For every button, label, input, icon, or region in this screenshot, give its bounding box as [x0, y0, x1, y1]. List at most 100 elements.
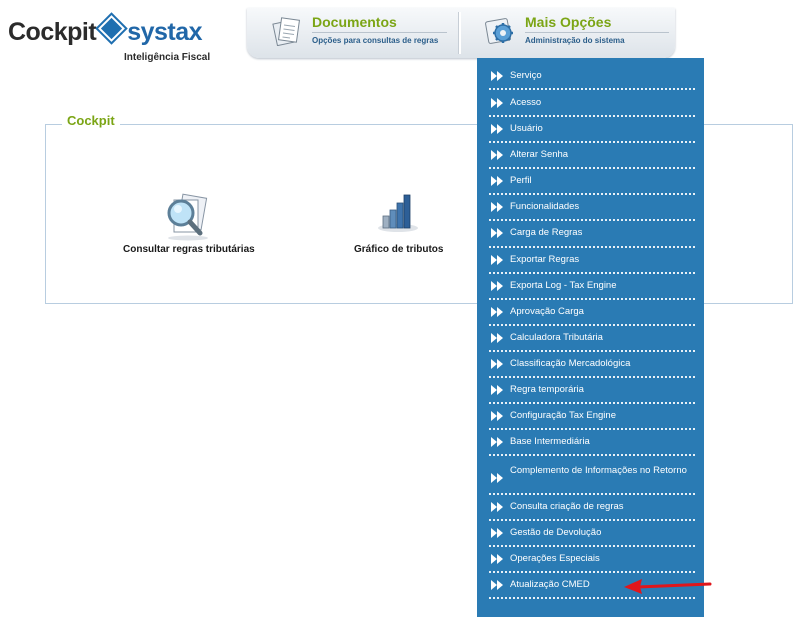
logo-cockpit-text: Cockpit: [8, 18, 97, 46]
logo-tagline: Inteligência Fiscal: [124, 52, 211, 63]
menu-item-operacoes-especiais[interactable]: Operações Especiais: [477, 551, 704, 577]
menu-item-calculadora-tributaria[interactable]: Calculadora Tributária: [477, 330, 704, 356]
menu-item-divider: [489, 428, 695, 430]
menu-item-classificacao-mercadologica[interactable]: Classificação Mercadológica: [477, 356, 704, 382]
menu-item-configuracao-tax-engine[interactable]: Configuração Tax Engine: [477, 408, 704, 434]
tab-mais-opcoes-title: Mais Opções: [525, 14, 612, 30]
menu-item-aprovacao-carga[interactable]: Aprovação Carga: [477, 304, 704, 330]
logo-brand-text: systax: [127, 18, 203, 46]
menu-item-label: Exportar Regras: [510, 254, 580, 265]
double-chevron-right-icon: [491, 202, 503, 212]
menu-item-consulta-criacao-de-regras[interactable]: Consulta criação de regras: [477, 499, 704, 525]
menu-item-label: Perfil: [510, 175, 532, 186]
menu-item-label: Alterar Senha: [510, 149, 569, 160]
menu-item-label: Exporta Log - Tax Engine: [510, 280, 617, 291]
magnifier-documents-icon[interactable]: [160, 192, 214, 242]
menu-item-regra-temporaria[interactable]: Regra temporária: [477, 382, 704, 408]
menu-item-complemento-de-informacoes-no-retorno[interactable]: Complemento de Informações no Retorno: [477, 460, 704, 499]
menu-item-divider: [489, 519, 695, 521]
menu-item-divider: [489, 571, 695, 573]
menu-item-servico[interactable]: Serviço: [477, 68, 704, 94]
menu-item-base-intermediaria[interactable]: Base Intermediária: [477, 434, 704, 460]
double-chevron-right-icon: [491, 98, 503, 108]
menu-item-divider: [489, 167, 695, 169]
double-chevron-right-icon: [491, 554, 503, 564]
menu-item-divider: [489, 493, 695, 495]
menu-item-funcionalidades[interactable]: Funcionalidades: [477, 199, 704, 225]
tab-mais-opcoes-underline: [525, 32, 669, 33]
menu-item-alterar-senha[interactable]: Alterar Senha: [477, 147, 704, 173]
menu-item-label: Atualização CMED: [510, 579, 590, 590]
tab-documentos-title: Documentos: [312, 14, 397, 30]
tab-documentos[interactable]: Documentos Opções para consultas de regr…: [247, 8, 457, 58]
logo-diamond-icon: [98, 15, 126, 42]
menu-item-label: Usuário: [510, 123, 543, 134]
shortcut-consultar-regras-label[interactable]: Consultar regras tributárias: [123, 244, 255, 255]
menu-item-divider: [489, 141, 695, 143]
menu-item-label: Operações Especiais: [510, 553, 600, 564]
menu-item-label: Calculadora Tributária: [510, 332, 603, 343]
menu-item-divider: [489, 88, 695, 90]
menu-item-label: Classificação Mercadológica: [510, 358, 631, 369]
menu-item-divider: [489, 298, 695, 300]
tab-mais-opcoes-subtitle: Administração do sistema: [525, 36, 625, 45]
double-chevron-right-icon: [491, 150, 503, 160]
double-chevron-right-icon: [491, 502, 503, 512]
menu-item-label: Acesso: [510, 97, 542, 108]
documents-icon: [272, 17, 301, 46]
menu-item-divider: [489, 246, 695, 248]
menu-item-divider: [489, 350, 695, 352]
double-chevron-right-icon: [491, 281, 503, 291]
bar-chart-icon[interactable]: [375, 190, 421, 234]
menu-item-label: Regra temporária: [510, 384, 584, 395]
tab-mais-opcoes[interactable]: Mais Opções Administração do sistema: [461, 8, 675, 58]
menu-item-divider: [489, 219, 695, 221]
tab-documentos-underline: [312, 32, 447, 33]
menu-item-exportar-regras[interactable]: Exportar Regras: [477, 252, 704, 278]
menu-item-divider: [489, 597, 695, 599]
logo[interactable]: Cockpit systax Inteligência Fiscal: [8, 15, 228, 68]
menu-item-divider: [489, 272, 695, 274]
double-chevron-right-icon: [491, 437, 503, 447]
menu-item-label: Funcionalidades: [510, 201, 580, 212]
double-chevron-right-icon: [491, 71, 503, 81]
double-chevron-right-icon: [491, 473, 503, 483]
menu-item-label: Serviço: [510, 70, 542, 81]
double-chevron-right-icon: [491, 307, 503, 317]
menu-item-label: Gestão de Devolução: [510, 527, 602, 538]
cockpit-panel-title: Cockpit: [62, 113, 120, 128]
menu-item-label: Carga de Regras: [510, 227, 583, 238]
tab-documentos-subtitle: Opções para consultas de regras: [312, 36, 439, 45]
menu-item-carga-de-regras[interactable]: Carga de Regras: [477, 225, 704, 252]
menu-item-label: Aprovação Carga: [510, 306, 584, 317]
menu-item-perfil[interactable]: Perfil: [477, 173, 704, 199]
double-chevron-right-icon: [491, 385, 503, 395]
double-chevron-right-icon: [491, 333, 503, 343]
menu-item-gestao-de-devolucao[interactable]: Gestão de Devolução: [477, 525, 704, 551]
menu-item-divider: [489, 402, 695, 404]
mais-opcoes-dropdown-menu: Serviço Acesso Usuário Alterar Senha Perfil F…: [477, 58, 704, 617]
menu-item-label: Configuração Tax Engine: [510, 410, 616, 421]
menu-item-divider: [489, 115, 695, 117]
menu-item-label: Consulta criação de regras: [510, 501, 624, 512]
double-chevron-right-icon: [491, 255, 503, 265]
menu-item-label: Complemento de Informações no Retorno: [510, 465, 687, 476]
red-arrow-pointer: [624, 579, 712, 594]
menu-item-divider: [489, 545, 695, 547]
double-chevron-right-icon: [491, 176, 503, 186]
menu-item-acesso[interactable]: Acesso: [477, 95, 704, 121]
menu-item-usuario[interactable]: Usuário: [477, 121, 704, 147]
shortcut-grafico-tributos-label[interactable]: Gráfico de tributos: [354, 244, 443, 255]
menu-item-exporta-log-tax-engine[interactable]: Exporta Log - Tax Engine: [477, 278, 704, 304]
menu-item-label: Base Intermediária: [510, 436, 590, 447]
double-chevron-right-icon: [491, 580, 503, 590]
double-chevron-right-icon: [491, 124, 503, 134]
double-chevron-right-icon: [491, 228, 503, 238]
menu-item-divider: [489, 454, 695, 456]
menu-item-divider: [489, 376, 695, 378]
double-chevron-right-icon: [491, 411, 503, 421]
menu-item-divider: [489, 193, 695, 195]
menu-item-divider: [489, 324, 695, 326]
double-chevron-right-icon: [491, 528, 503, 538]
logo-wordmark: Cockpit systax: [8, 15, 203, 47]
